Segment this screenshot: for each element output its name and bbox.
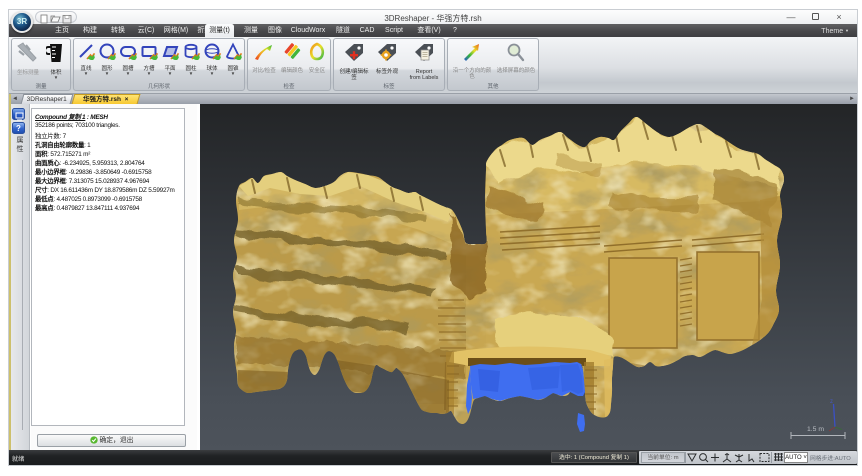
svg-text:1.5 m: 1.5 m bbox=[807, 426, 824, 433]
svg-text:z: z bbox=[830, 399, 833, 405]
